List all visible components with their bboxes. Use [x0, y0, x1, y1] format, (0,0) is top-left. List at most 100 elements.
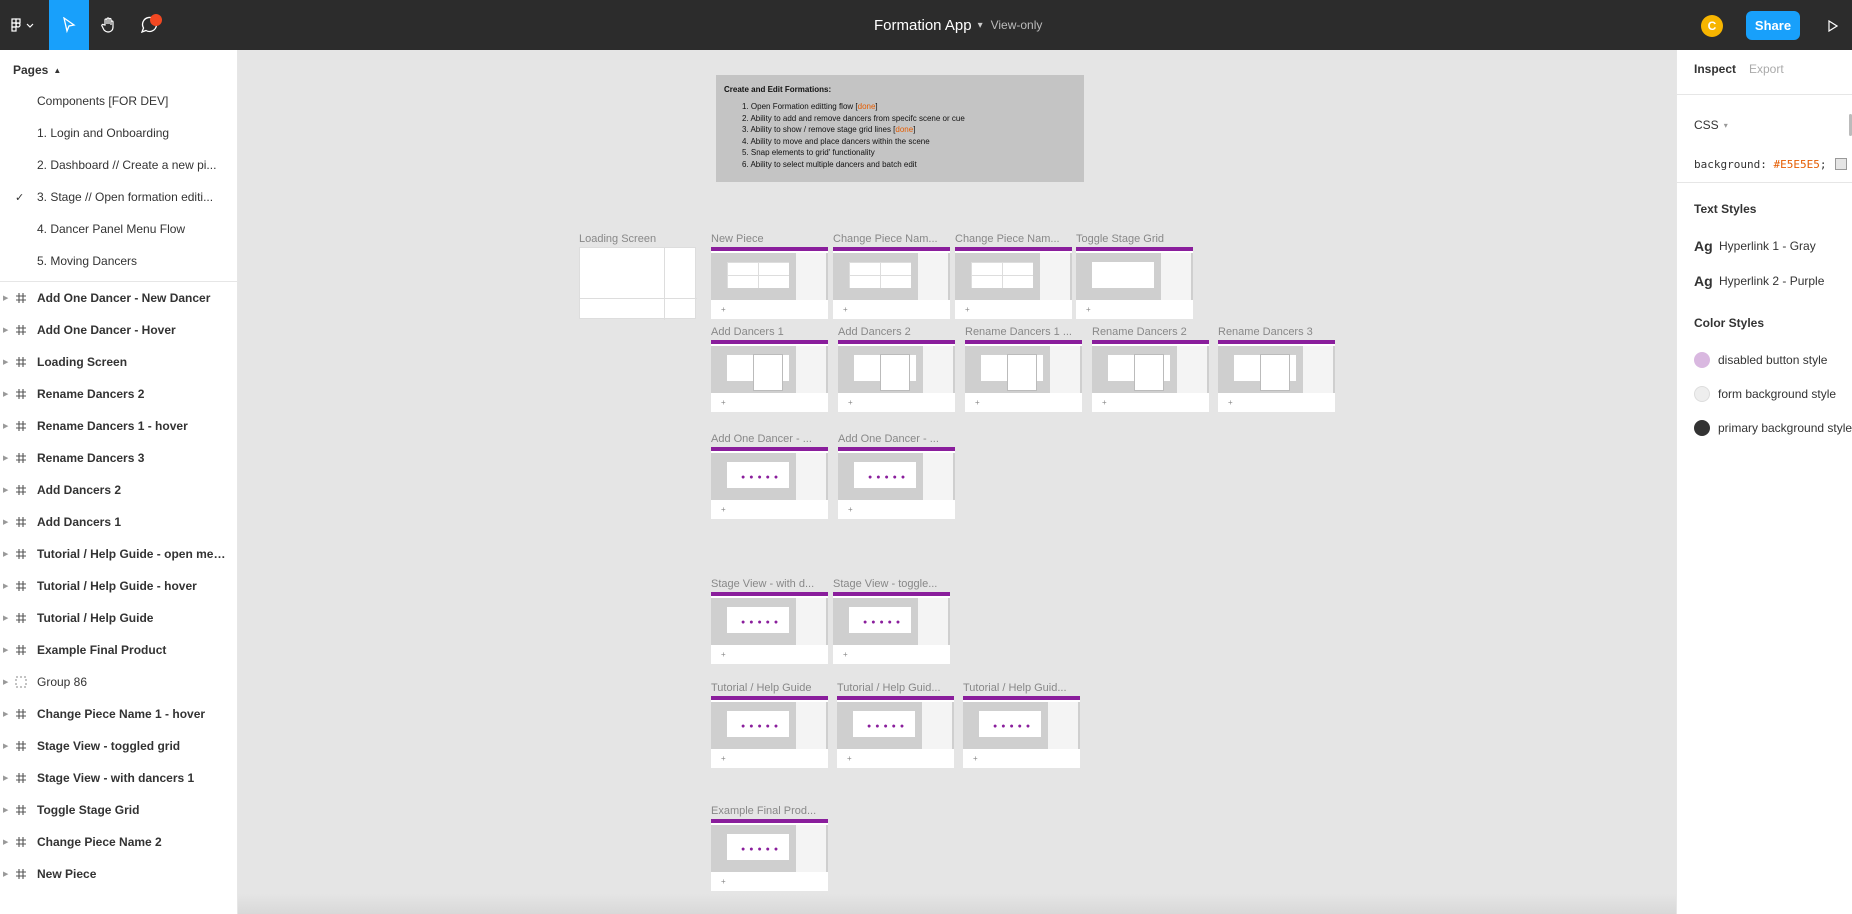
expand-arrow-icon[interactable]: ▶ — [3, 678, 8, 686]
frame-thumbnail[interactable] — [579, 247, 697, 320]
expand-arrow-icon[interactable]: ▶ — [3, 454, 8, 462]
expand-arrow-icon[interactable]: ▶ — [3, 838, 8, 846]
layer-row[interactable]: ▶ Tutorial / Help Guide - hover — [0, 570, 237, 602]
layer-row[interactable]: ▶ Rename Dancers 1 - hover — [0, 410, 237, 442]
expand-arrow-icon[interactable]: ▶ — [3, 774, 8, 782]
frame-thumbnail[interactable]: ●●●●● + — [711, 592, 828, 664]
frame-thumbnail[interactable]: ●●●●● + — [833, 592, 950, 664]
frame-thumbnail[interactable]: + — [955, 247, 1072, 319]
expand-arrow-icon[interactable]: ▶ — [3, 518, 8, 526]
frame-thumbnail[interactable]: ●●●●● + — [711, 447, 828, 519]
layer-row[interactable]: ▶ Add Dancers 1 — [0, 506, 237, 538]
frame-label[interactable]: Stage View - toggle... — [833, 578, 951, 590]
frame-label[interactable]: Change Piece Nam... — [955, 233, 1073, 245]
frame-label[interactable]: Loading Screen — [579, 233, 697, 245]
frame-label[interactable]: Add Dancers 2 — [838, 326, 956, 338]
page-item[interactable]: 5. Moving Dancers — [0, 245, 237, 277]
expand-arrow-icon[interactable]: ▶ — [3, 614, 8, 622]
move-tool-button[interactable] — [49, 0, 89, 50]
layer-row[interactable]: ▶ Add One Dancer - Hover — [0, 314, 237, 346]
expand-arrow-icon[interactable]: ▶ — [3, 582, 8, 590]
layer-row[interactable]: ▶ Stage View - with dancers 1 — [0, 762, 237, 794]
layer-row[interactable]: ▶ Tutorial / Help Guide - open menu... — [0, 538, 237, 570]
expand-arrow-icon[interactable]: ▶ — [3, 294, 8, 302]
layer-row[interactable]: ▶ Change Piece Name 2 — [0, 826, 237, 858]
file-title[interactable]: Formation App ▾ View-only — [874, 0, 1042, 50]
layer-row[interactable]: ▶ Stage View - toggled grid — [0, 730, 237, 762]
present-button[interactable] — [1822, 15, 1844, 37]
frame-label[interactable]: Add Dancers 1 — [711, 326, 829, 338]
frame-label[interactable]: Add One Dancer - ... — [711, 433, 829, 445]
hand-tool-button[interactable] — [89, 0, 129, 50]
frame-thumbnail[interactable]: + — [711, 247, 828, 319]
page-item[interactable]: 4. Dancer Panel Menu Flow — [0, 213, 237, 245]
layer-row[interactable]: ▶ Add Dancers 2 — [0, 474, 237, 506]
expand-arrow-icon[interactable]: ▶ — [3, 358, 8, 366]
frame-thumbnail[interactable]: ●●●●● + — [838, 447, 955, 519]
frame-thumbnail[interactable]: + — [1218, 340, 1335, 412]
tab-export[interactable]: Export — [1749, 62, 1784, 76]
code-language-select[interactable]: CSS ▾ — [1694, 118, 1728, 132]
layer-row[interactable]: ▶ Add One Dancer - New Dancer — [0, 282, 237, 314]
frame-label[interactable]: Stage View - with d... — [711, 578, 829, 590]
frame-label[interactable]: Toggle Stage Grid — [1076, 233, 1194, 245]
layer-row[interactable]: ▶ Rename Dancers 2 — [0, 378, 237, 410]
pages-header[interactable]: Pages ▲ — [13, 63, 61, 77]
expand-arrow-icon[interactable]: ▶ — [3, 550, 8, 558]
expand-arrow-icon[interactable]: ▶ — [3, 486, 8, 494]
layer-row[interactable]: ▶ Loading Screen — [0, 346, 237, 378]
frame-thumbnail[interactable]: + — [838, 340, 955, 412]
text-style-item[interactable]: Ag Hyperlink 1 - Gray — [1694, 236, 1816, 256]
color-style-item[interactable]: form background style — [1694, 384, 1836, 404]
layer-row[interactable]: ▶ Tutorial / Help Guide — [0, 602, 237, 634]
layer-row[interactable]: ▶ Group 86 — [0, 666, 237, 698]
text-style-item[interactable]: Ag Hyperlink 2 - Purple — [1694, 271, 1824, 291]
frame-thumbnail[interactable]: + — [965, 340, 1082, 412]
frame-label[interactable]: Example Final Prod... — [711, 805, 829, 817]
expand-arrow-icon[interactable]: ▶ — [3, 326, 8, 334]
sticky-note[interactable]: Create and Edit Formations: 1. Open Form… — [716, 75, 1084, 182]
frame-thumbnail[interactable]: + — [1092, 340, 1209, 412]
comment-tool-button[interactable] — [129, 0, 169, 50]
layer-row[interactable]: ▶ Rename Dancers 3 — [0, 442, 237, 474]
file-name[interactable]: Formation App — [874, 17, 972, 34]
frame-label[interactable]: Tutorial / Help Guid... — [837, 682, 955, 694]
expand-arrow-icon[interactable]: ▶ — [3, 710, 8, 718]
layer-row[interactable]: ▶ Toggle Stage Grid — [0, 794, 237, 826]
expand-arrow-icon[interactable]: ▶ — [3, 870, 8, 878]
page-item[interactable]: ✓ 3. Stage // Open formation editi... — [0, 181, 237, 213]
page-item[interactable]: 2. Dashboard // Create a new pi... — [0, 149, 237, 181]
frame-thumbnail[interactable]: ●●●●● + — [963, 696, 1080, 768]
frame-thumbnail[interactable]: + — [833, 247, 950, 319]
frame-label[interactable]: Rename Dancers 2 — [1092, 326, 1210, 338]
layer-row[interactable]: ▶ Example Final Product — [0, 634, 237, 666]
frame-thumbnail[interactable]: + — [711, 340, 828, 412]
layer-row[interactable]: ▶ Change Piece Name 1 - hover — [0, 698, 237, 730]
expand-arrow-icon[interactable]: ▶ — [3, 806, 8, 814]
tab-inspect[interactable]: Inspect — [1694, 62, 1736, 76]
frame-label[interactable]: Tutorial / Help Guide — [711, 682, 829, 694]
frame-thumbnail[interactable]: ●●●●● + — [711, 696, 828, 768]
frame-label[interactable]: Rename Dancers 1 ... — [965, 326, 1083, 338]
frame-label[interactable]: Rename Dancers 3 — [1218, 326, 1336, 338]
expand-arrow-icon[interactable]: ▶ — [3, 390, 8, 398]
frame-label[interactable]: New Piece — [711, 233, 829, 245]
color-style-item[interactable]: disabled button style — [1694, 350, 1827, 370]
frame-label[interactable]: Change Piece Nam... — [833, 233, 951, 245]
expand-arrow-icon[interactable]: ▶ — [3, 742, 8, 750]
color-style-item[interactable]: primary background style — [1694, 418, 1852, 438]
frame-thumbnail[interactable]: + — [1076, 247, 1193, 319]
frame-thumbnail[interactable]: ●●●●● + — [711, 819, 828, 891]
page-item[interactable]: 1. Login and Onboarding — [0, 117, 237, 149]
canvas[interactable]: Create and Edit Formations: 1. Open Form… — [238, 50, 1676, 914]
expand-arrow-icon[interactable]: ▶ — [3, 422, 8, 430]
share-button[interactable]: Share — [1746, 11, 1800, 40]
frame-label[interactable]: Tutorial / Help Guid... — [963, 682, 1081, 694]
layer-row[interactable]: ▶ New Piece — [0, 858, 237, 890]
page-item[interactable]: Components [FOR DEV] — [0, 85, 237, 117]
main-menu-button[interactable] — [0, 0, 46, 50]
chevron-down-icon[interactable]: ▾ — [978, 20, 983, 31]
frame-label[interactable]: Add One Dancer - ... — [838, 433, 956, 445]
avatar[interactable]: C — [1701, 15, 1723, 37]
frame-thumbnail[interactable]: ●●●●● + — [837, 696, 954, 768]
